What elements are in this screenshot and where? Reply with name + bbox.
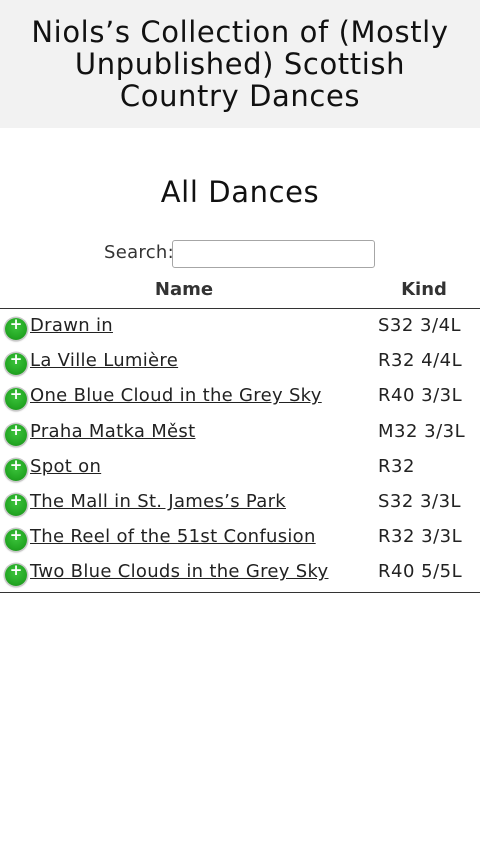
- expand-plus-icon[interactable]: +: [5, 457, 27, 481]
- expand-plus-icon[interactable]: +: [5, 563, 27, 587]
- dance-kind: S32 3/3L: [378, 490, 462, 512]
- dance-name-link[interactable]: The Mall in St. James’s Park: [30, 491, 286, 512]
- search-input[interactable]: [172, 240, 375, 268]
- table-row: + Drawn in S32 3/4L: [0, 309, 480, 344]
- table-row: + The Reel of the 51st Confusion R32 3/3…: [0, 520, 480, 555]
- table-row: + The Mall in St. James’s Park S32 3/3L: [0, 485, 480, 520]
- dance-kind: R32 4/4L: [378, 350, 463, 372]
- column-header-kind[interactable]: Kind: [368, 279, 480, 300]
- dance-kind: R32: [378, 455, 415, 477]
- dance-kind: S32 3/4L: [378, 315, 462, 336]
- dance-table: Name Kind + Drawn in S32 3/4L + La Ville…: [0, 272, 480, 593]
- expand-plus-icon[interactable]: +: [5, 352, 27, 376]
- dance-name-link[interactable]: Spot on: [30, 456, 101, 477]
- table-bottom-border: [0, 591, 480, 593]
- table-row: + One Blue Cloud in the Grey Sky R40 3/3…: [0, 379, 480, 414]
- search-bar: Search:: [0, 240, 480, 268]
- site-title: Niols’s Collection of (Mostly Unpublishe…: [31, 15, 449, 113]
- table-row: + Two Blue Clouds in the Grey Sky R40 5/…: [0, 555, 480, 590]
- dance-name-link[interactable]: Two Blue Clouds in the Grey Sky: [30, 561, 329, 582]
- dance-name-link[interactable]: Drawn in: [30, 315, 113, 336]
- expand-plus-icon[interactable]: +: [5, 528, 27, 552]
- dance-kind: R40 3/3L: [378, 385, 463, 407]
- table-row: + Spot on R32: [0, 450, 480, 485]
- dance-name-link[interactable]: Praha Matka Měst: [30, 421, 195, 442]
- search-label: Search:: [104, 242, 175, 263]
- dance-kind: R32 3/3L: [378, 526, 463, 548]
- dance-name-link[interactable]: One Blue Cloud in the Grey Sky: [30, 385, 322, 406]
- expand-plus-icon[interactable]: +: [5, 492, 27, 516]
- expand-plus-icon[interactable]: +: [5, 387, 27, 411]
- dance-kind: M32 3/3L: [378, 420, 466, 442]
- table-row: + Praha Matka Měst M32 3/3L: [0, 415, 480, 450]
- site-header: Niols’s Collection of (Mostly Unpublishe…: [0, 0, 480, 128]
- dance-name-link[interactable]: La Ville Lumière: [30, 350, 178, 371]
- table-row: + La Ville Lumière R32 4/4L: [0, 344, 480, 379]
- page-title: All Dances: [160, 175, 320, 209]
- expand-plus-icon[interactable]: +: [5, 422, 27, 446]
- column-header-name[interactable]: Name: [0, 279, 368, 300]
- expand-plus-icon[interactable]: +: [5, 317, 27, 340]
- dance-kind: R40 5/5L: [378, 561, 463, 583]
- dance-name-link[interactable]: The Reel of the 51st Confusion: [30, 526, 316, 547]
- table-header-row: Name Kind: [0, 272, 480, 309]
